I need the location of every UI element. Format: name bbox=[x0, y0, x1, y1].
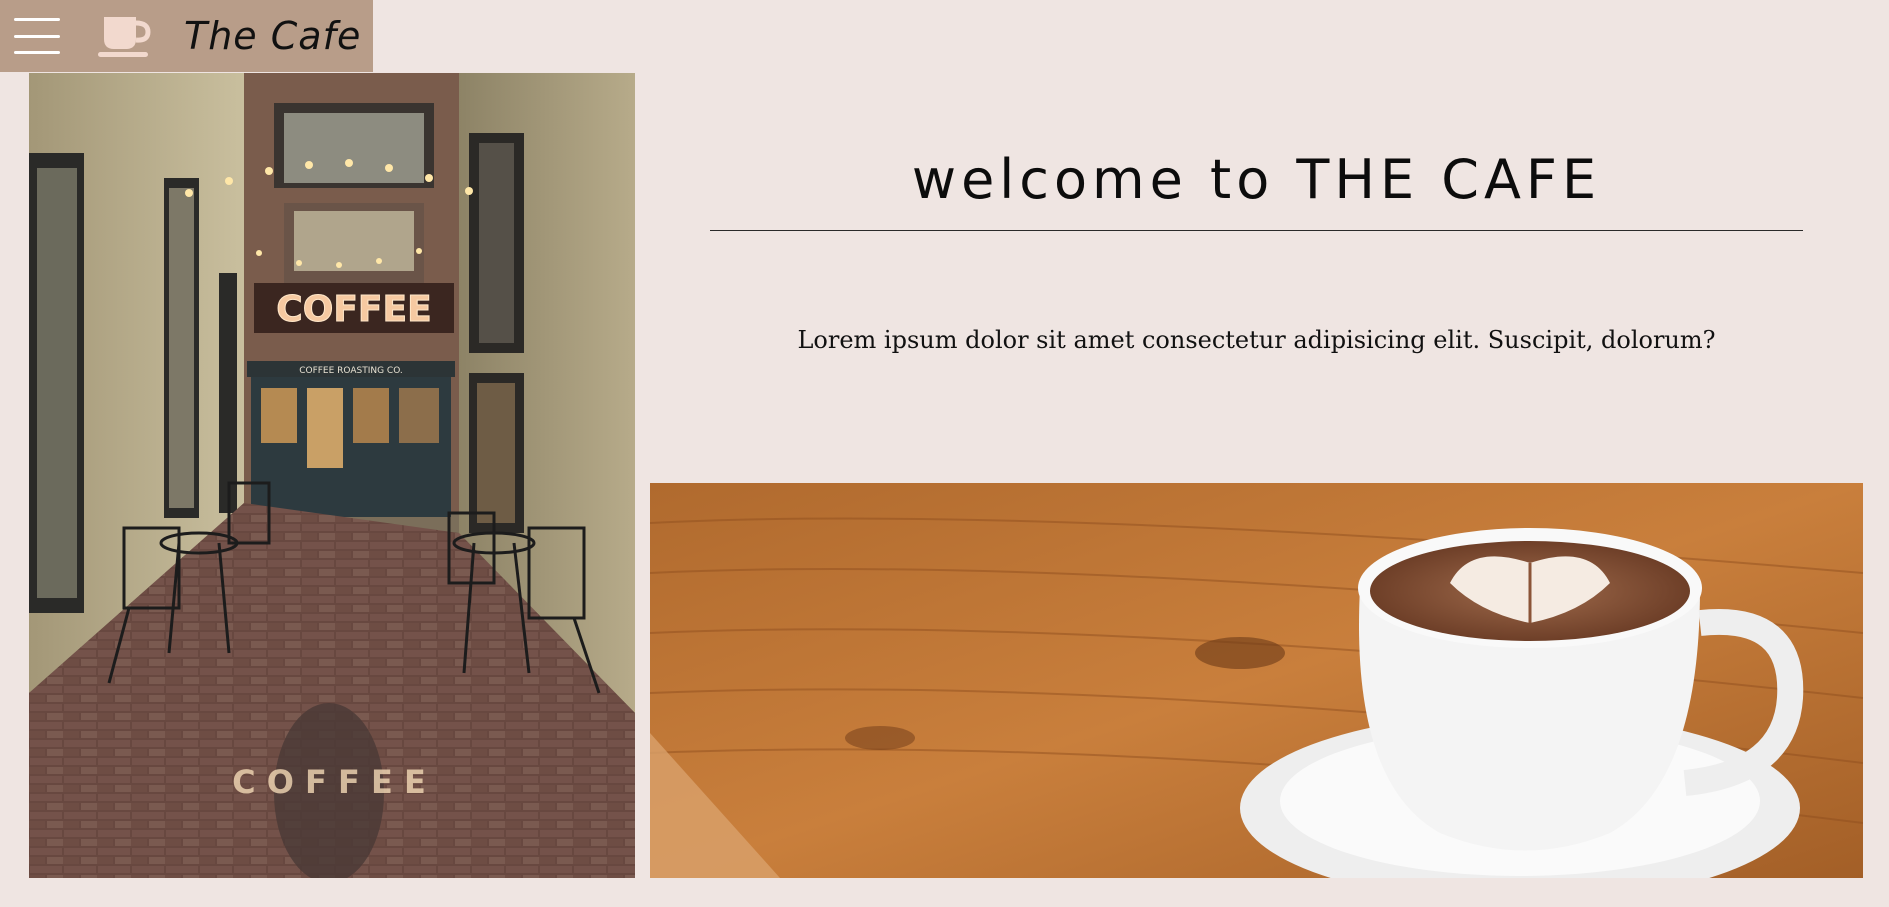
latte-photo bbox=[650, 483, 1863, 878]
coffee-sign-text: COFFEE bbox=[276, 289, 431, 330]
svg-text:C O F F E E: C O F F E E bbox=[232, 763, 426, 801]
intro-text: Lorem ipsum dolor sit amet consectetur a… bbox=[797, 326, 1716, 354]
title-divider bbox=[710, 230, 1803, 231]
cafe-alley-photo: COFFEE COFFEE ROASTING CO. C O F F E E bbox=[29, 73, 635, 878]
navbar: The Cafe bbox=[0, 0, 373, 72]
hamburger-menu-icon[interactable] bbox=[14, 18, 60, 54]
brand-name[interactable]: The Cafe bbox=[184, 14, 361, 58]
coffee-cup-icon[interactable] bbox=[96, 13, 156, 59]
page-title: welcome to THE CAFE bbox=[911, 148, 1602, 211]
storefront-sign-text: COFFEE ROASTING CO. bbox=[299, 366, 403, 376]
